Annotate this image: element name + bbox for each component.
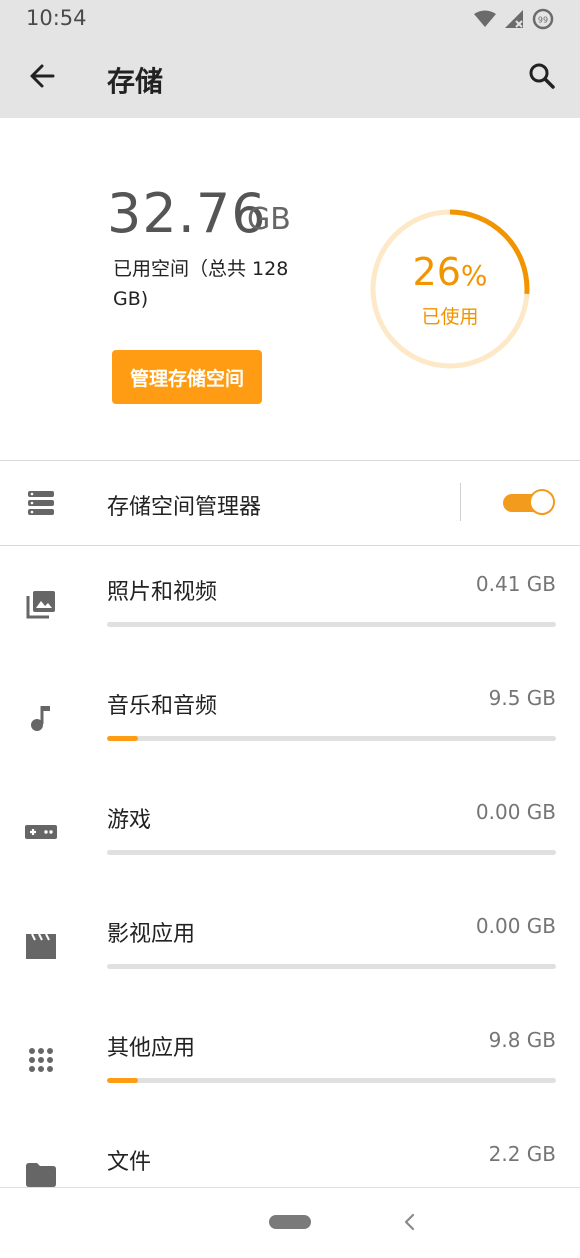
home-button[interactable] — [269, 1215, 311, 1229]
used-unit: GB — [247, 202, 291, 237]
music-note-icon — [31, 706, 50, 731]
category-progress — [107, 736, 556, 741]
category-label: 文件 — [107, 1150, 152, 1175]
storage-manager-row[interactable]: 存储空间管理器 — [0, 461, 580, 545]
category-size: 9.8 GB — [488, 1028, 556, 1052]
folder-icon — [26, 1163, 56, 1187]
category-games[interactable]: 游戏 0.00 GB — [0, 776, 580, 890]
category-label: 影视应用 — [107, 922, 196, 947]
category-other-apps[interactable]: 其他应用 9.8 GB — [0, 1004, 580, 1118]
search-icon — [529, 63, 555, 89]
category-size: 0.00 GB — [475, 914, 556, 938]
storage-manager-label: 存储空间管理器 — [107, 495, 262, 520]
status-icons: 99 — [474, 8, 554, 30]
navigation-bar — [0, 1187, 580, 1258]
storage-summary: 32.76 GB 已用空间（总共 128 GB) 管理存储空间 26% 已使用 — [0, 118, 580, 460]
arrow-back-icon — [30, 64, 55, 88]
storage-manager-toggle[interactable] — [503, 488, 557, 518]
used-description: 已用空间（总共 128 GB) — [113, 258, 289, 310]
category-size: 9.5 GB — [488, 686, 556, 710]
category-size: 0.41 GB — [475, 572, 556, 596]
category-label: 照片和视频 — [107, 580, 218, 605]
toggle-knob — [529, 489, 555, 515]
category-size: 0.00 GB — [475, 800, 556, 824]
category-size: 2.2 GB — [488, 1142, 556, 1166]
search-button[interactable] — [526, 60, 558, 92]
category-progress — [107, 850, 556, 855]
photo-library-icon — [26, 591, 55, 619]
apps-grid-icon — [29, 1048, 53, 1072]
wifi-icon — [474, 10, 496, 27]
category-movie-apps[interactable]: 影视应用 0.00 GB — [0, 890, 580, 1004]
usage-percent-sign: % — [460, 259, 488, 292]
signal-no-data-icon — [505, 10, 523, 28]
category-music-audio[interactable]: 音乐和音频 9.5 GB — [0, 662, 580, 776]
gamepad-icon — [25, 825, 57, 839]
usage-percent-value: 26 — [412, 250, 461, 294]
page-title: 存储 — [107, 65, 164, 98]
used-value: 32.76 — [107, 182, 267, 245]
manage-storage-button[interactable]: 管理存储空间 — [112, 350, 262, 404]
vertical-divider — [460, 483, 461, 521]
usage-ring: 26% 已使用 — [369, 208, 531, 370]
category-progress-fill — [107, 1078, 139, 1083]
back-button[interactable] — [24, 58, 60, 94]
battery-saver-icon: 99 — [532, 8, 554, 30]
usage-percent: 26% — [369, 250, 531, 294]
divider — [0, 545, 580, 546]
category-photos-videos[interactable]: 照片和视频 0.41 GB — [0, 548, 580, 662]
category-progress — [107, 964, 556, 969]
status-time: 10:54 — [26, 6, 87, 30]
movie-clapper-icon — [26, 933, 56, 959]
app-bar: 存储 — [0, 38, 580, 118]
category-label: 游戏 — [107, 808, 152, 833]
nav-back-button[interactable] — [400, 1210, 420, 1234]
status-bar: 10:54 99 — [0, 0, 580, 38]
category-label: 其他应用 — [107, 1036, 196, 1061]
chevron-left-icon — [404, 1213, 415, 1231]
category-progress — [107, 622, 556, 627]
category-progress-fill — [107, 736, 139, 741]
category-label: 音乐和音频 — [107, 694, 218, 719]
category-progress — [107, 1078, 556, 1083]
usage-label: 已使用 — [421, 306, 479, 328]
battery-badge: 99 — [538, 16, 548, 25]
storage-list-icon — [28, 491, 54, 515]
